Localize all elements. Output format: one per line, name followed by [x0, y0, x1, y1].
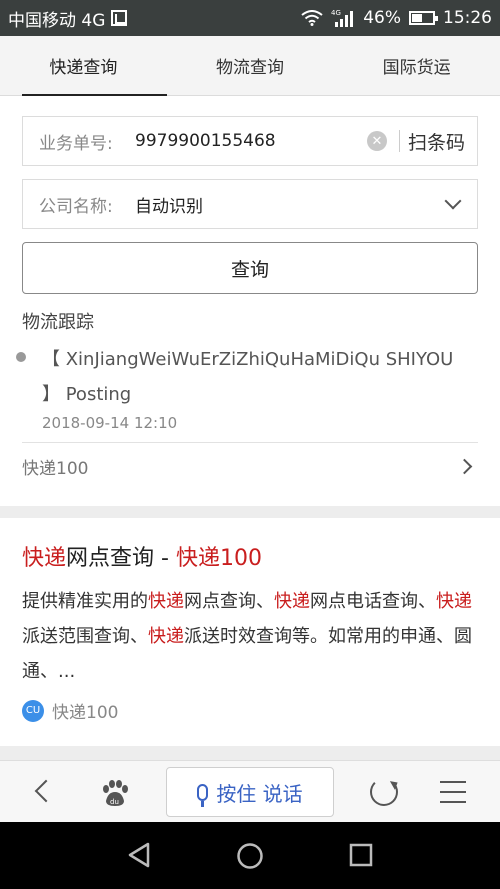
company-select[interactable]: 公司名称: 自动识别 — [22, 179, 478, 229]
back-icon[interactable] — [34, 779, 58, 803]
carrier-label: 中国移动 4G — [8, 10, 106, 31]
baidu-paw-icon[interactable]: du — [100, 779, 130, 807]
tab-express-query[interactable]: 快递查询 — [0, 36, 167, 96]
nav-back-icon[interactable] — [126, 842, 152, 868]
desc-keyword: 快递 — [274, 591, 310, 612]
voice-button-label: 按住 说话 — [216, 781, 303, 806]
status-left: 中国移动 4G — [8, 6, 128, 31]
more-tracking-link[interactable]: 快递100 — [22, 446, 478, 486]
tracking-number-input[interactable]: 9979900155468 — [129, 131, 367, 151]
chevron-down-icon — [444, 192, 462, 210]
tracking-event-time: 2018-09-14 12:10 — [42, 414, 178, 432]
query-tabs: 快递查询 物流查询 国际货运 — [0, 36, 500, 96]
voice-search-button[interactable]: 按住 说话 — [166, 767, 334, 817]
status-right: 4G 46% 15:26 — [301, 8, 492, 28]
signal-icon: 4G — [331, 9, 354, 27]
tab-international-freight[interactable]: 国际货运 — [333, 36, 500, 95]
divider — [22, 442, 478, 443]
chevron-right-icon — [456, 458, 473, 474]
company-value: 自动识别 — [135, 196, 203, 217]
desc-text: 提供精准实用的 — [22, 591, 148, 612]
status-bar: 中国移动 4G 4G 46% 15:26 — [0, 0, 500, 36]
query-card: 业务单号: 9979900155468 ✕ 扫条码 公司名称: 自动识别 查询 … — [0, 96, 500, 506]
title-text: 网点查询 - — [66, 546, 176, 571]
tracking-section-title: 物流跟踪 — [22, 312, 94, 333]
desc-text: 派送范围查询、 — [22, 626, 148, 647]
tracking-number-label: 业务单号: — [39, 133, 113, 154]
browser-toolbar: du 按住 说话 — [0, 760, 500, 822]
nav-recent-apps-icon[interactable] — [348, 842, 374, 868]
wifi-icon — [301, 10, 323, 26]
desc-keyword: 快递 — [148, 591, 184, 612]
microphone-icon — [197, 783, 209, 807]
source-label: 快递100 — [52, 703, 119, 723]
menu-icon[interactable] — [440, 781, 466, 803]
paw-text: du — [110, 798, 119, 806]
clear-icon[interactable]: ✕ — [366, 131, 387, 151]
refresh-icon[interactable] — [370, 778, 398, 806]
tab-label: 国际货运 — [382, 58, 451, 78]
result-source[interactable]: CU 快递100 — [22, 698, 118, 723]
nav-home-icon[interactable] — [236, 842, 264, 870]
company-label: 公司名称: — [39, 196, 113, 217]
tab-label: 物流查询 — [216, 58, 284, 78]
title-site: 快递100 — [175, 546, 262, 571]
desc-text: 网点查询、 — [184, 591, 274, 612]
svg-text:4G: 4G — [331, 9, 341, 17]
result-description: 提供精准实用的快递网点查询、快递网点电话查询、快递派送范围查询、快递派送时效查询… — [22, 584, 480, 689]
search-result: 快递网点查询 - 快递100 提供精准实用的快递网点查询、快递网点电话查询、快递… — [0, 518, 500, 746]
tracking-event-text: 【 XinJiangWeiWuErZiZhiQuHaMiDiQu SHIYOU … — [42, 349, 454, 405]
clock: 15:26 — [443, 8, 492, 28]
sim-icon — [111, 10, 128, 26]
desc-keyword: 快递 — [148, 626, 184, 647]
desc-text: 网点电话查询、 — [310, 591, 436, 612]
title-keyword: 快递 — [22, 546, 67, 571]
battery-percent: 46% — [363, 8, 401, 28]
result-title-link[interactable]: 快递网点查询 - 快递100 — [22, 540, 262, 572]
tab-label: 快递查询 — [49, 58, 118, 78]
more-tracking-label: 快递100 — [22, 458, 89, 479]
android-nav-bar — [0, 822, 500, 889]
tracking-number-field[interactable]: 业务单号: 9979900155468 ✕ 扫条码 — [22, 116, 478, 166]
desc-keyword: 快递 — [436, 591, 472, 612]
divider — [398, 130, 400, 152]
query-button[interactable]: 查询 — [22, 242, 478, 294]
tab-logistics-query[interactable]: 物流查询 — [167, 36, 334, 95]
timeline-dot — [16, 352, 26, 362]
battery-icon — [409, 11, 438, 25]
kuaidi100-logo-icon: CU — [22, 699, 44, 722]
scan-barcode-button[interactable]: 扫条码 — [408, 128, 465, 155]
